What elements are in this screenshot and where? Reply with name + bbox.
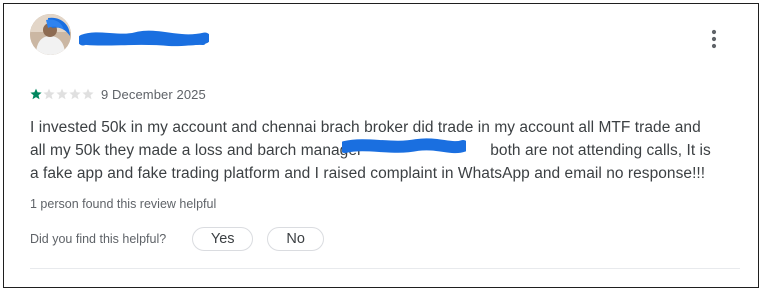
star-empty-icon xyxy=(56,88,68,100)
star-rating xyxy=(30,88,94,100)
helpful-count: 1 person found this review helpful xyxy=(30,197,217,211)
review-text: I invested 50k in my account and chennai… xyxy=(30,116,720,185)
reviewer-name xyxy=(80,30,205,46)
star-empty-icon xyxy=(82,88,94,100)
star-empty-icon xyxy=(69,88,81,100)
divider xyxy=(30,268,740,269)
yes-button[interactable]: Yes xyxy=(192,227,254,251)
more-options-button[interactable] xyxy=(702,26,726,52)
star-empty-icon xyxy=(43,88,55,100)
helpful-question: Did you find this helpful? xyxy=(30,232,167,246)
star-filled-icon xyxy=(30,88,42,100)
more-vert-icon xyxy=(711,29,717,49)
feedback-row: Did you find this helpful? Yes No xyxy=(30,227,325,251)
no-button[interactable]: No xyxy=(267,227,325,251)
rating-row: 9 December 2025 xyxy=(30,86,206,102)
reviewer-avatar xyxy=(30,14,71,55)
review-date: 9 December 2025 xyxy=(101,86,206,102)
avatar-icon xyxy=(30,14,71,55)
